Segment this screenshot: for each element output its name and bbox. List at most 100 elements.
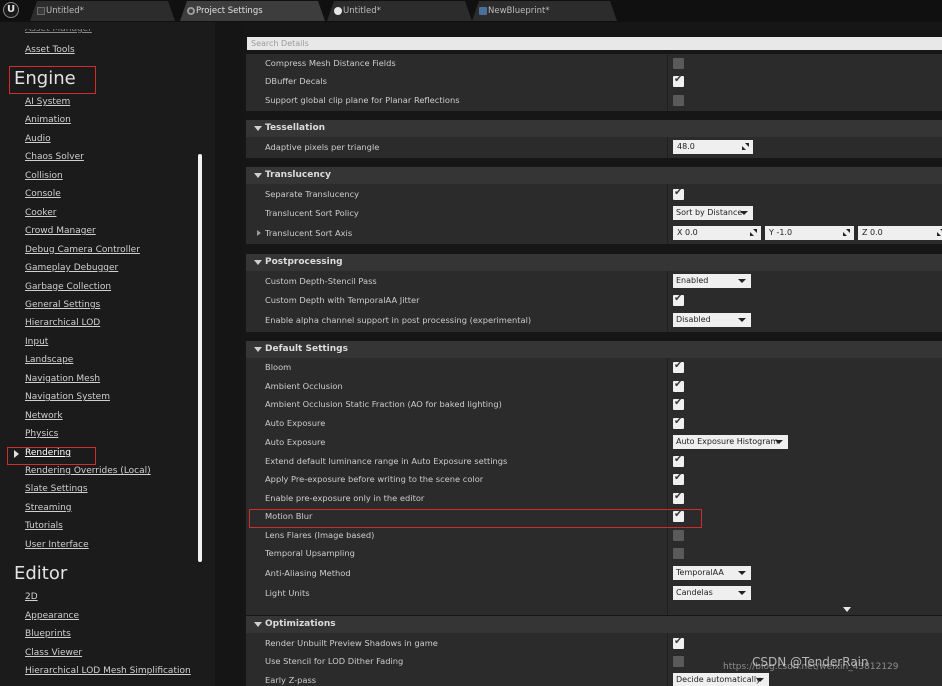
sidebar-item-audio[interactable]: Audio: [25, 134, 51, 144]
sidebar-item-asset-tools[interactable]: Asset Tools: [25, 45, 75, 55]
temporalaa-jitter-checkbox[interactable]: [673, 293, 684, 306]
show-advanced-arrow-icon[interactable]: [843, 607, 851, 612]
sidebar-item-landscape[interactable]: Landscape: [25, 355, 73, 365]
search-details-input[interactable]: Search Details: [247, 37, 942, 50]
row-render-unbuilt-shadows: Render Unbuilt Preview Shadows in game: [246, 634, 942, 653]
dropdown-value: TemporalAA: [676, 568, 724, 577]
light-units-dropdown[interactable]: Candelas: [673, 586, 751, 600]
expand-arrow-icon[interactable]: [257, 230, 261, 236]
lens-flares-checkbox[interactable]: [673, 530, 684, 541]
sidebar-item-class-viewer[interactable]: Class Viewer: [25, 648, 82, 658]
sidebar-item-navigation-mesh[interactable]: Navigation Mesh: [25, 374, 100, 384]
sidebar-item-rendering[interactable]: Rendering: [25, 448, 71, 458]
chevron-down-icon: [738, 591, 746, 595]
auto-exposure-dropdown[interactable]: Auto Exposure Histogram: [673, 435, 788, 449]
sidebar-item-gameplay-debugger[interactable]: Gameplay Debugger: [25, 263, 118, 273]
sidebar-item-ai-system[interactable]: AI System: [25, 97, 70, 107]
adaptive-pixels-input[interactable]: 48.0: [673, 140, 753, 154]
sidebar-item-hierarchical-lod-mesh-simplification[interactable]: Hierarchical LOD Mesh Simplification: [25, 666, 191, 676]
category-header-postprocessing[interactable]: Postprocessing: [246, 254, 942, 271]
property-label: Light Units: [265, 588, 310, 598]
sort-axis-y-input[interactable]: Y -1.0: [765, 226, 854, 240]
sidebar-item-streaming[interactable]: Streaming: [25, 503, 71, 513]
ao-static-fraction-checkbox[interactable]: [673, 397, 684, 410]
sidebar-item-chaos-solver[interactable]: Chaos Solver: [25, 152, 84, 162]
category-header-default-settings[interactable]: Default Settings: [246, 341, 942, 358]
early-z-pass-dropdown[interactable]: Decide automatically: [673, 673, 769, 686]
sidebar-item-crowd-manager[interactable]: Crowd Manager: [25, 226, 96, 236]
sidebar-scrollbar[interactable]: [198, 154, 202, 562]
tab-untitled-1[interactable]: Untitled*: [30, 1, 175, 21]
tab-untitled-2[interactable]: Untitled*: [327, 1, 472, 21]
sidebar-item-garbage-collection[interactable]: Garbage Collection: [25, 282, 111, 292]
dropdown-value: Auto Exposure Histogram: [676, 437, 779, 446]
lod-dither-stencil-checkbox[interactable]: [673, 656, 684, 667]
category-title: Translucency: [265, 170, 331, 180]
sidebar-item-tutorials[interactable]: Tutorials: [25, 521, 63, 531]
sidebar-item-input[interactable]: Input: [25, 337, 48, 347]
separate-translucency-checkbox[interactable]: [673, 187, 684, 200]
property-label: Motion Blur: [265, 511, 313, 521]
sidebar-item-collision[interactable]: Collision: [25, 171, 63, 181]
dbuffer-decals-checkbox[interactable]: [673, 74, 684, 87]
sidebar-item-physics[interactable]: Physics: [25, 429, 58, 439]
sidebar-item-blueprints[interactable]: Blueprints: [25, 629, 71, 639]
sidebar-item-2d[interactable]: 2D: [25, 592, 38, 602]
row-lens-flares: Lens Flares (Image based): [246, 526, 942, 545]
property-label: Ambient Occlusion: [265, 381, 343, 391]
tab-project-settings[interactable]: Project Settings: [180, 1, 325, 21]
motion-blur-checkbox[interactable]: [673, 509, 684, 522]
property-label: Early Z-pass: [265, 675, 317, 685]
sidebar-item-asset-manager[interactable]: Asset Manager: [25, 29, 92, 34]
tab-new-blueprint[interactable]: NewBlueprint*: [472, 1, 617, 21]
sidebar-item-debug-camera-controller[interactable]: Debug Camera Controller: [25, 245, 140, 255]
anti-aliasing-dropdown[interactable]: TemporalAA: [673, 566, 751, 580]
apply-pre-exposure-checkbox[interactable]: [673, 472, 684, 485]
unreal-logo-icon[interactable]: U: [3, 2, 19, 18]
auto-exposure-checkbox[interactable]: [673, 416, 684, 429]
sidebar-item-user-interface[interactable]: User Interface: [25, 540, 89, 550]
chevron-down-icon: [740, 211, 748, 215]
row-anti-aliasing-method: Anti-Aliasing Method TemporalAA: [246, 564, 942, 583]
number-value: X 0.0: [677, 228, 698, 237]
sidebar-item-navigation-system[interactable]: Navigation System: [25, 392, 110, 402]
bloom-checkbox[interactable]: [673, 360, 684, 373]
sidebar-item-appearance[interactable]: Appearance: [25, 611, 79, 621]
resize-arrows-icon: [843, 229, 850, 236]
enable-pre-exposure-checkbox[interactable]: [673, 491, 684, 504]
global-clip-plane-checkbox[interactable]: [673, 95, 684, 106]
property-label: Ambient Occlusion Static Fraction (AO fo…: [265, 399, 502, 409]
property-label: Enable pre-exposure only in the editor: [265, 493, 425, 503]
render-unbuilt-shadows-checkbox[interactable]: [673, 636, 684, 649]
property-label: Extend default luminance range in Auto E…: [265, 456, 508, 466]
property-label: Enable alpha channel support in post pro…: [265, 315, 532, 325]
category-header-optimizations[interactable]: Optimizations: [246, 616, 942, 633]
property-label: Support global clip plane for Planar Ref…: [265, 95, 460, 105]
details-panel: Search Details Compress Mesh Distance Fi…: [243, 22, 942, 686]
row-custom-depth-stencil: Custom Depth-Stencil Pass Enabled: [246, 272, 942, 291]
sort-axis-z-input[interactable]: Z 0.0: [858, 226, 942, 240]
extend-luminance-checkbox[interactable]: [673, 454, 684, 467]
category-title: Default Settings: [265, 344, 348, 354]
sidebar-item-rendering-overrides-local[interactable]: Rendering Overrides (Local): [25, 466, 151, 476]
sidebar-item-slate-settings[interactable]: Slate Settings: [25, 484, 88, 494]
sidebar-item-network[interactable]: Network: [25, 411, 63, 421]
compress-mesh-df-checkbox[interactable]: [673, 58, 684, 69]
sidebar-item-cooker[interactable]: Cooker: [25, 208, 56, 218]
custom-depth-stencil-dropdown[interactable]: Enabled: [673, 274, 751, 288]
temporal-upsampling-checkbox[interactable]: [673, 548, 684, 559]
ambient-occlusion-checkbox[interactable]: [673, 379, 684, 392]
sidebar-item-animation[interactable]: Animation: [25, 115, 71, 125]
category-header-tessellation[interactable]: Tessellation: [246, 120, 942, 137]
sidebar-item-hierarchical-lod[interactable]: Hierarchical LOD: [25, 318, 100, 328]
sort-policy-dropdown[interactable]: Sort by Distance: [673, 206, 753, 220]
alpha-channel-dropdown[interactable]: Disabled: [673, 313, 751, 327]
category-header-translucency[interactable]: Translucency: [246, 167, 942, 184]
sidebar-item-console[interactable]: Console: [25, 189, 61, 199]
chevron-down-icon: [738, 318, 746, 322]
number-value: Y -1.0: [769, 228, 793, 237]
sidebar-item-general-settings[interactable]: General Settings: [25, 300, 100, 310]
sort-axis-x-input[interactable]: X 0.0: [673, 226, 761, 240]
category-title: Tessellation: [265, 123, 326, 133]
collapse-arrow-icon: [254, 126, 262, 131]
